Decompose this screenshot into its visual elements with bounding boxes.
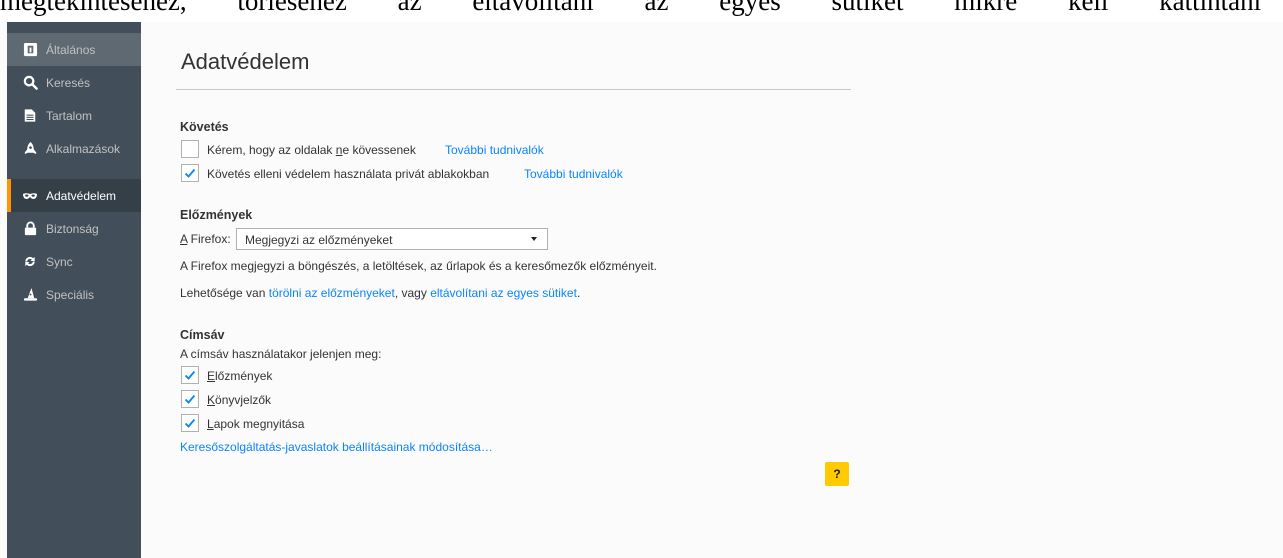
sidebar-item-applications[interactable]: Alkalmazások xyxy=(7,132,141,165)
suggest-open-tabs-checkbox[interactable] xyxy=(181,414,199,432)
sidebar-item-label: Adatvédelem xyxy=(46,188,117,203)
suggest-history-checkbox[interactable] xyxy=(181,366,199,384)
search-suggestions-settings-link[interactable]: Keresőszolgáltatás-javaslatok beállítása… xyxy=(180,440,493,454)
sidebar-item-label: Keresés xyxy=(46,75,91,90)
sidebar-item-label: Tartalom xyxy=(46,108,93,123)
firefox-will-label: A Firefox: xyxy=(180,232,231,246)
addressbar-heading: Címsáv xyxy=(180,328,225,342)
sidebar-item-label: Biztonság xyxy=(46,221,99,236)
sidebar-item-label: Alkalmazások xyxy=(46,141,121,156)
mask-icon xyxy=(22,188,38,204)
sidebar-item-label: Sync xyxy=(46,254,73,269)
rocket-icon xyxy=(22,141,38,157)
clear-history-link[interactable]: törölni az előzményeket xyxy=(269,286,395,300)
sidebar-item-label: Általános xyxy=(46,42,96,57)
history-options-text: Lehetősége van törölni az előzményeket, … xyxy=(180,286,581,300)
sidebar-item-sync[interactable]: Sync xyxy=(7,245,141,278)
sidebar-item-content[interactable]: Tartalom xyxy=(7,99,141,132)
suggest-bookmarks-checkbox[interactable] xyxy=(181,390,199,408)
wizard-hat-icon xyxy=(22,287,38,303)
sidebar-item-search[interactable]: Keresés xyxy=(7,66,141,99)
tracking-heading: Követés xyxy=(180,120,229,134)
sidebar-item-privacy[interactable]: Adatvédelem xyxy=(7,179,141,212)
chevron-down-icon xyxy=(531,237,537,241)
title-divider xyxy=(176,89,851,90)
tracking-protection-checkbox[interactable] xyxy=(181,164,199,182)
help-button[interactable]: ? xyxy=(825,462,849,486)
checkmark-icon xyxy=(184,168,196,178)
document-text: megtekintéséhez, törléséhez az eltávolít… xyxy=(0,0,1262,16)
sync-icon xyxy=(22,254,38,270)
lock-icon xyxy=(22,221,38,237)
history-description: A Firefox megjegyzi a böngészés, a letöl… xyxy=(180,259,657,273)
suggest-history-label[interactable]: Előzmények xyxy=(207,369,272,383)
remove-cookies-link[interactable]: eltávolítani az egyes sütiket xyxy=(430,286,577,300)
checkmark-icon xyxy=(184,370,196,380)
history-mode-select[interactable]: Megjegyzi az előzményeket xyxy=(236,228,548,250)
tracking-protection-label[interactable]: Követés elleni védelem használata privát… xyxy=(207,167,489,181)
history-heading: Előzmények xyxy=(180,208,253,222)
general-icon xyxy=(22,42,38,58)
category-sidebar: Általános Keresés Tartalom Alkalmazások … xyxy=(7,22,141,558)
dnt-learn-more-link[interactable]: További tudnivalók xyxy=(445,143,544,157)
sidebar-item-general[interactable]: Általános xyxy=(7,33,141,66)
addressbar-intro: A címsáv használatakor jelenjen meg: xyxy=(180,347,382,361)
suggest-open-tabs-label[interactable]: Lapok megnyitása xyxy=(207,417,304,431)
search-icon xyxy=(22,75,38,91)
document-icon xyxy=(22,108,38,124)
page-title: Adatvédelem xyxy=(181,49,310,74)
do-not-track-label[interactable]: Kérem, hogy az oldalak ne kövessenek xyxy=(207,143,416,157)
sidebar-item-label: Speciális xyxy=(46,287,95,302)
checkmark-icon xyxy=(184,418,196,428)
document-text-fragment: megtekintéséhez, törléséhez az eltávolít… xyxy=(0,0,1283,22)
history-mode-value: Megjegyzi az előzményeket xyxy=(245,233,393,247)
suggest-bookmarks-label[interactable]: Könyvjelzők xyxy=(207,393,271,407)
sidebar-item-advanced[interactable]: Speciális xyxy=(7,278,141,311)
checkmark-icon xyxy=(184,394,196,404)
tp-learn-more-link[interactable]: További tudnivalók xyxy=(524,167,623,181)
do-not-track-checkbox[interactable] xyxy=(181,140,199,158)
sidebar-item-security[interactable]: Biztonság xyxy=(7,212,141,245)
